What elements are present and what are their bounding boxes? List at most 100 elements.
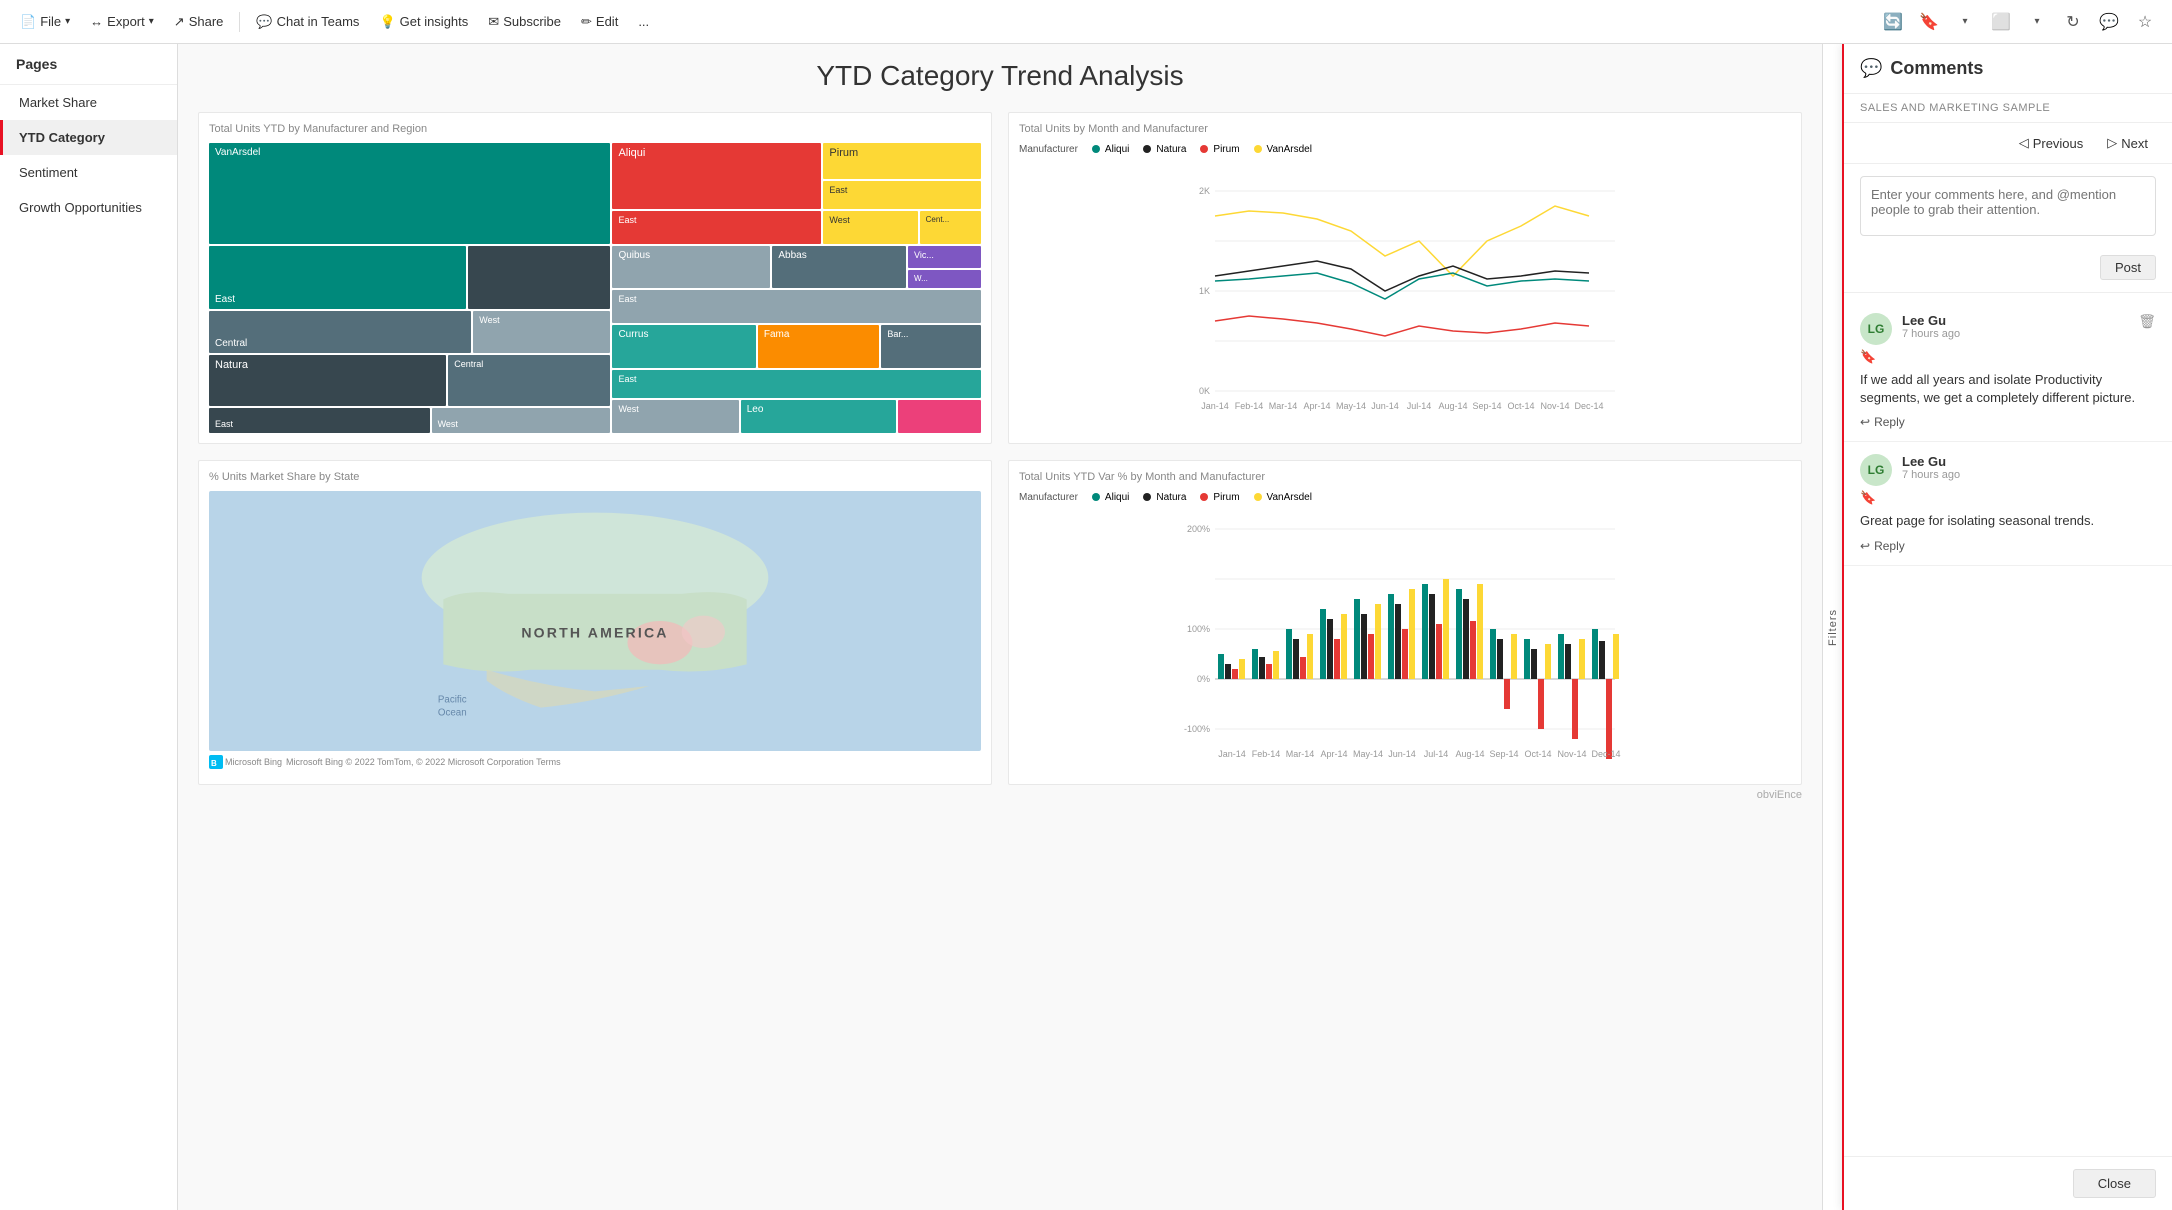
tm-abbas: Abbas xyxy=(772,246,906,288)
avatar: LG xyxy=(1860,454,1892,486)
svg-text:Apr-14: Apr-14 xyxy=(1303,401,1330,411)
chart1-title: Total Units YTD by Manufacturer and Regi… xyxy=(209,123,981,135)
tm-cent: Cent... xyxy=(920,211,981,244)
file-icon: 📄 xyxy=(20,14,36,30)
sidebar-item-market-share[interactable]: Market Share xyxy=(0,85,177,120)
sidebar-item-ytd-category[interactable]: YTD Category xyxy=(0,120,177,155)
tm-west-c: West xyxy=(612,400,738,433)
refresh-button[interactable]: 🔄 xyxy=(1878,7,1908,37)
insights-icon: 💡 xyxy=(379,14,395,30)
svg-text:2K: 2K xyxy=(1199,186,1210,196)
close-button[interactable]: Close xyxy=(2073,1169,2156,1198)
chart-treemap[interactable]: Total Units YTD by Manufacturer and Regi… xyxy=(198,112,992,444)
comment-icon: 💬 xyxy=(1860,58,1882,79)
favorite-button[interactable]: ☆ xyxy=(2130,7,2160,37)
more-menu[interactable]: ... xyxy=(630,10,657,33)
tm-r-mid: East West Cent... xyxy=(612,211,981,244)
tm-vanarsdel: VanArsdel xyxy=(209,143,610,244)
tm-mid-row: East xyxy=(209,246,610,309)
chart-map[interactable]: % Units Market Share by State xyxy=(198,460,992,785)
bar-chart-svg: 200% 100% 0% -100% xyxy=(1019,509,1791,769)
comment-input[interactable] xyxy=(1860,176,2156,236)
tm-east2: East xyxy=(209,408,430,433)
share-button[interactable]: ↗ Share xyxy=(166,10,232,34)
reply-button[interactable]: ↩ Reply xyxy=(1860,415,1905,429)
map-credit: B Microsoft Bing Microsoft Bing © 2022 T… xyxy=(209,755,981,769)
export-icon: ↔ xyxy=(90,14,103,29)
line-chart-legend: Manufacturer Aliqui Natura Pirum xyxy=(1019,143,1791,155)
file-menu[interactable]: 📄 File ▾ xyxy=(12,10,78,34)
svg-text:May-14: May-14 xyxy=(1336,401,1366,411)
filters-panel[interactable]: Filters xyxy=(1822,44,1842,1210)
tm-central: Central xyxy=(209,311,471,353)
comments-panel: 💬 Comments SALES AND MARKETING SAMPLE ◁ … xyxy=(1842,44,2172,1210)
comment-actions: ↩ Reply xyxy=(1860,539,2156,553)
page-content: YTD Category Trend Analysis Total Units … xyxy=(178,44,1822,1210)
svg-text:B: B xyxy=(211,759,217,768)
sidebar-header: Pages xyxy=(0,44,177,85)
previous-icon: ◁ xyxy=(2019,135,2029,151)
svg-text:-100%: -100% xyxy=(1184,724,1210,734)
get-insights-button[interactable]: 💡 Get insights xyxy=(371,10,476,34)
subscribe-button[interactable]: ✉ Subscribe xyxy=(480,10,569,34)
natura-legend-dot xyxy=(1141,143,1153,155)
bookmark-button[interactable]: 🔖 xyxy=(1914,7,1944,37)
tm-pirum: Pirum xyxy=(823,143,981,179)
svg-text:Apr-14: Apr-14 xyxy=(1320,749,1347,759)
sidebar-item-sentiment[interactable]: Sentiment xyxy=(0,155,177,190)
svg-text:200%: 200% xyxy=(1187,524,1210,534)
tm-central2: Central xyxy=(448,355,610,406)
svg-text:May-14: May-14 xyxy=(1353,749,1383,759)
avatar: LG xyxy=(1860,313,1892,345)
delete-button[interactable]: 🗑 xyxy=(2138,313,2156,330)
bookmark-icon2: 🔖 xyxy=(1860,490,1876,506)
tm-west xyxy=(468,246,611,309)
next-button[interactable]: ▷ Next xyxy=(2099,131,2156,155)
reload-button[interactable]: ↻ xyxy=(2058,7,2088,37)
view-button[interactable]: ⬜ xyxy=(1986,7,2016,37)
tm-bot-row: Central West xyxy=(209,311,610,353)
treemap: VanArsdel East Central West N xyxy=(209,143,981,433)
svg-text:Mar-14: Mar-14 xyxy=(1269,401,1298,411)
share-icon: ↗ xyxy=(174,14,185,30)
edit-button[interactable]: ✏ Edit xyxy=(573,10,626,34)
svg-text:Aug-14: Aug-14 xyxy=(1455,749,1484,759)
previous-button[interactable]: ◁ Previous xyxy=(2011,131,2092,155)
svg-text:Feb-14: Feb-14 xyxy=(1235,401,1264,411)
svg-text:Nov-14: Nov-14 xyxy=(1540,401,1569,411)
line-chart-svg: 2K 1K 0K Jan-14 Feb-14 Mar-14 Apr-14 May… xyxy=(1019,161,1791,421)
chart-line[interactable]: Total Units by Month and Manufacturer Ma… xyxy=(1008,112,1802,444)
chart-bar[interactable]: Total Units YTD Var % by Month and Manuf… xyxy=(1008,460,1802,785)
comment-button[interactable]: 💬 xyxy=(2094,7,2124,37)
post-button[interactable]: Post xyxy=(2100,255,2156,280)
chat-in-teams-button[interactable]: 💬 Chat in Teams xyxy=(248,10,367,34)
tm-quibus: Quibus xyxy=(612,246,770,288)
treemap-right: Aliqui Pirum East East West Cen xyxy=(612,143,981,433)
tm-r-currus: Currus Fama Bar... xyxy=(612,325,981,367)
sidebar-item-growth-opportunities[interactable]: Growth Opportunities xyxy=(0,190,177,225)
comment-input-area: Post xyxy=(1844,164,2172,293)
subscribe-icon: ✉ xyxy=(488,14,499,30)
chevron-down-icon2[interactable]: ▾ xyxy=(2022,7,2052,37)
svg-text:Oct-14: Oct-14 xyxy=(1507,401,1534,411)
tm-natura: Natura xyxy=(209,355,446,406)
svg-text:Nov-14: Nov-14 xyxy=(1557,749,1586,759)
tm-r-east-row: East xyxy=(612,290,981,323)
chevron-down-icon[interactable]: ▾ xyxy=(1950,7,1980,37)
toolbar: 📄 File ▾ ↔ Export ▾ ↗ Share 💬 Chat in Te… xyxy=(0,0,2172,44)
tm-r-leo: West Leo xyxy=(612,400,981,433)
tm-fama: Fama xyxy=(758,325,880,367)
svg-text:Sep-14: Sep-14 xyxy=(1472,401,1501,411)
chart3-title: % Units Market Share by State xyxy=(209,471,981,483)
tm-west2: West xyxy=(473,311,610,353)
export-menu[interactable]: ↔ Export ▾ xyxy=(82,10,162,33)
reply-icon: ↩ xyxy=(1860,415,1870,429)
tm-east: East xyxy=(209,246,466,309)
tm-pink xyxy=(898,400,981,433)
comment-item: LG Lee Gu 7 hours ago 🔖 Great page for i… xyxy=(1844,442,2172,565)
tm-w: W... xyxy=(908,270,981,288)
tm-bar: Bar... xyxy=(881,325,981,367)
natura-bar-legend xyxy=(1141,491,1153,503)
reply-button[interactable]: ↩ Reply xyxy=(1860,539,1905,553)
tm-r-east2: East xyxy=(612,370,981,398)
